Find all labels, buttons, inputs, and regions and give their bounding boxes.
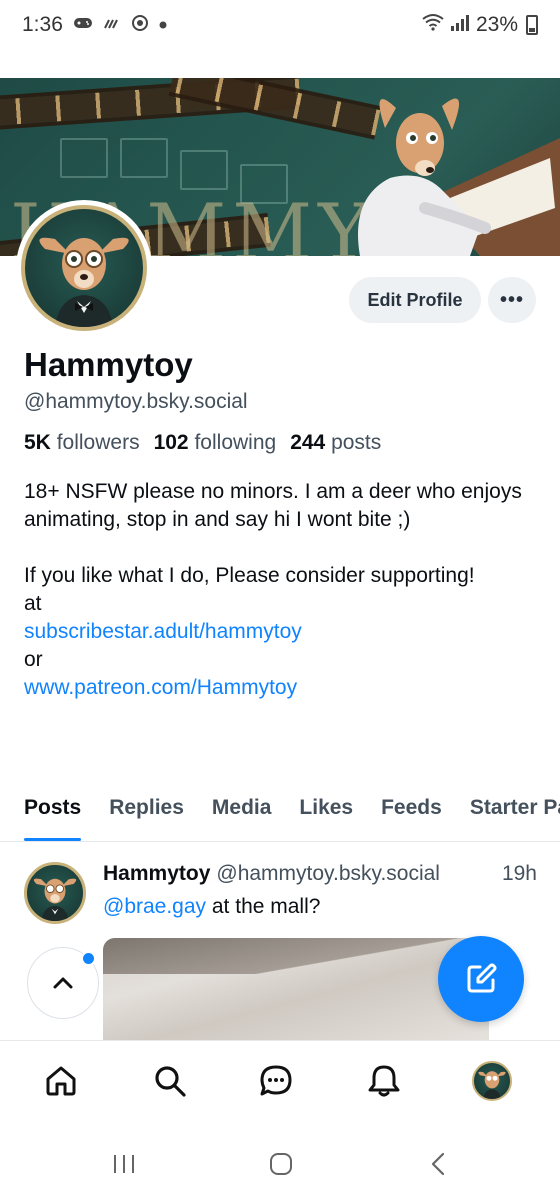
post-timestamp: 19h (501, 862, 537, 885)
deer-avatar-illustration (39, 237, 129, 327)
home-circle-icon (270, 1153, 292, 1175)
battery-percent: 23% (475, 13, 518, 36)
more-options-button[interactable]: ••• (488, 277, 536, 323)
battery-icon (526, 15, 538, 35)
signal-slash-icon (103, 16, 121, 35)
deer-avatar-illustration (478, 1071, 506, 1099)
search-icon (155, 1066, 186, 1097)
bio-line: If you like what I do, Please consider s… (24, 564, 475, 587)
edit-profile-button[interactable]: Edit Profile (349, 277, 481, 323)
followers-stat[interactable]: 5K followers (24, 431, 140, 455)
tab-likes[interactable]: Likes (285, 790, 367, 841)
post-body: at the mall? (206, 895, 321, 918)
following-label: following (194, 431, 277, 454)
circle-face-icon (131, 14, 149, 37)
chevron-up-icon (53, 977, 73, 989)
compose-pencil-icon (467, 963, 497, 993)
chat-icon (260, 1065, 292, 1096)
tab-posts[interactable]: Posts (0, 790, 95, 841)
new-posts-indicator (81, 951, 96, 966)
post-header: Hammytoy @hammytoy.bsky.social 19h (103, 862, 543, 886)
tab-replies[interactable]: Replies (95, 790, 198, 841)
cell-signal-icon (450, 13, 470, 37)
tab-starter-packs[interactable]: Starter Packs (456, 790, 560, 841)
recent-apps-icon (114, 1155, 134, 1173)
bottom-navigation (0, 1040, 560, 1120)
post-text: @brae.gay at the mall? (103, 895, 320, 919)
posts-label: posts (331, 431, 382, 454)
gamepad-icon (73, 16, 93, 35)
tab-feeds[interactable]: Feeds (367, 790, 456, 841)
bio-line: 18+ NSFW please no minors. I am a deer w… (24, 480, 522, 531)
profile-avatar[interactable] (16, 200, 152, 336)
system-navigation-bar (0, 1120, 560, 1200)
post-author-avatar[interactable] (24, 862, 86, 924)
display-name: Hammytoy (24, 346, 193, 383)
back-icon (431, 1152, 445, 1176)
home-icon (46, 1066, 76, 1096)
nav-notifications[interactable] (364, 1061, 404, 1101)
nav-profile-avatar (472, 1061, 512, 1101)
nav-chat[interactable] (256, 1061, 296, 1101)
wifi-icon (422, 13, 444, 37)
followers-label: followers (56, 431, 140, 454)
system-back-button[interactable] (418, 1144, 458, 1184)
post-image[interactable] (103, 938, 489, 1043)
status-bar: 1:36 23% (0, 0, 560, 50)
following-count: 102 (153, 431, 189, 454)
notification-dot-icon (159, 16, 167, 34)
system-home-button[interactable] (261, 1144, 301, 1184)
nav-home[interactable] (41, 1061, 81, 1101)
film-frame (120, 138, 168, 178)
profile-stats: 5K followers 102 following 244 posts (24, 431, 381, 455)
bio-line: at (24, 592, 42, 615)
film-frame (180, 150, 228, 190)
profile-bio: 18+ NSFW please no minors. I am a deer w… (24, 478, 534, 702)
bell-icon (368, 1065, 400, 1097)
post-author-name[interactable]: Hammytoy (103, 862, 210, 886)
recent-apps-button[interactable] (104, 1144, 144, 1184)
posts-stat: 244 posts (290, 431, 381, 455)
banner-deer-illustration (358, 98, 560, 256)
bio-line: or (24, 648, 43, 671)
post-author-handle[interactable]: @hammytoy.bsky.social (216, 862, 440, 886)
followers-count: 5K (24, 431, 51, 454)
subscribestar-link[interactable]: subscribestar.adult/hammytoy (24, 618, 534, 646)
status-time: 1:36 (22, 13, 63, 36)
profile-handle: @hammytoy.bsky.social (24, 390, 248, 413)
tab-media[interactable]: Media (198, 790, 286, 841)
posts-count: 244 (290, 431, 326, 454)
following-stat[interactable]: 102 following (154, 431, 277, 455)
compose-post-button[interactable] (438, 936, 524, 1022)
nav-search[interactable] (150, 1061, 190, 1101)
film-frame (60, 138, 108, 178)
patreon-link[interactable]: www.patreon.com/Hammytoy (24, 674, 534, 702)
profile-tabs: Posts Replies Media Likes Feeds Starter … (0, 790, 560, 842)
nav-profile[interactable] (472, 1061, 512, 1101)
post-mention-link[interactable]: @brae.gay (103, 895, 206, 918)
deer-avatar-illustration (33, 878, 77, 921)
